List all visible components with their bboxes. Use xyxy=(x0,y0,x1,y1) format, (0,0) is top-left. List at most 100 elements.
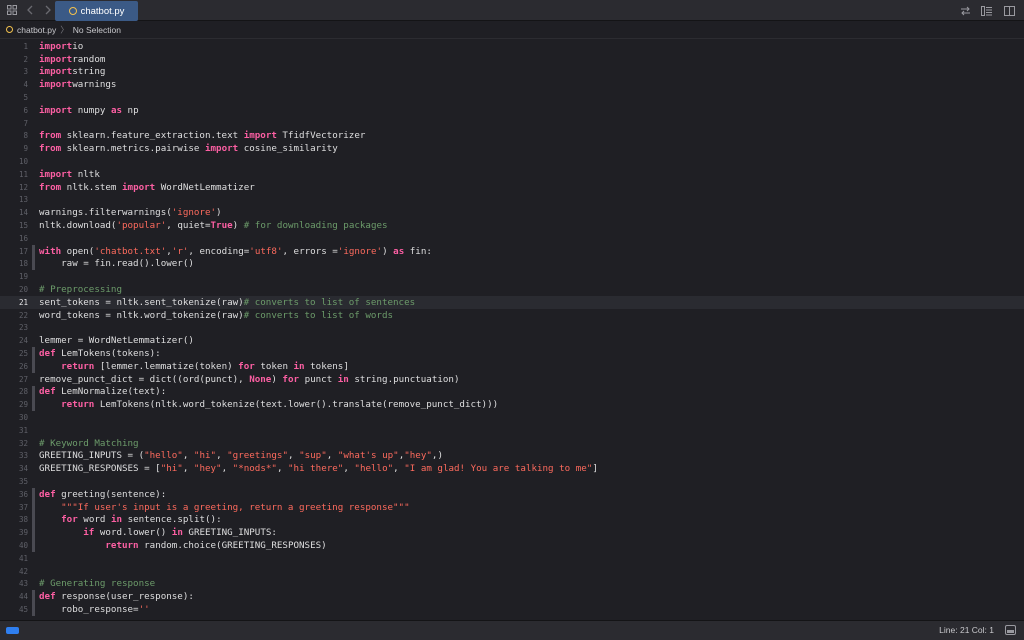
code-line[interactable]: 32 # Keyword Matching xyxy=(0,437,1024,450)
swap-arrows-icon[interactable] xyxy=(956,2,974,20)
code-token: return xyxy=(61,399,95,411)
code-token: TfidfVectorizer xyxy=(276,130,366,142)
code-line[interactable]: 28 def LemNormalize(text): xyxy=(0,385,1024,399)
code-token: ) xyxy=(232,220,244,232)
code-line[interactable]: 22 word_tokens = nltk.word_tokenize(raw)#… xyxy=(0,309,1024,322)
code-line[interactable]: 35 xyxy=(0,475,1024,488)
code-line[interactable]: 30 xyxy=(0,411,1024,424)
jumpbar-selection[interactable]: No Selection xyxy=(73,25,121,35)
code-token: "sup" xyxy=(299,450,327,462)
tab-chatbot-py[interactable]: chatbot.py xyxy=(55,1,138,21)
code-text: importstring xyxy=(39,66,105,77)
code-token: return xyxy=(61,360,95,372)
code-token: np xyxy=(122,104,139,116)
code-token: 'chatbot.txt' xyxy=(94,245,167,257)
code-line[interactable]: 13 xyxy=(0,194,1024,207)
change-marker xyxy=(32,424,35,437)
code-line[interactable]: 11 import nltk xyxy=(0,168,1024,181)
change-marker xyxy=(32,577,35,590)
code-token: warnings.filterwarnings( xyxy=(39,207,172,219)
code-line[interactable]: 31 xyxy=(0,424,1024,437)
code-line[interactable]: 18 raw = fin.read().lower() xyxy=(0,257,1024,271)
code-editor[interactable]: 1 importio 2 importrandom 3 importstring 4 impo… xyxy=(0,40,1024,619)
code-text: def greeting(sentence): xyxy=(39,489,166,500)
navigator-toggle-icon[interactable] xyxy=(6,627,19,634)
code-text: importwarnings xyxy=(39,79,116,90)
code-line[interactable]: 17 with open('chatbot.txt','r', encoding=… xyxy=(0,244,1024,258)
code-text: importrandom xyxy=(39,54,105,65)
code-line[interactable]: 8 from sklearn.feature_extraction.text im… xyxy=(0,130,1024,143)
change-marker xyxy=(32,257,35,271)
code-token: , xyxy=(288,450,300,462)
line-number: 1 xyxy=(23,41,28,51)
code-line[interactable]: 37 """If user's input is a greeting, ret… xyxy=(0,500,1024,514)
code-line[interactable]: 27 remove_punct_dict = dict((ord(punct), … xyxy=(0,373,1024,386)
code-line[interactable]: 38 for word in sentence.split(): xyxy=(0,513,1024,527)
code-text: return random.choice(GREETING_RESPONSES) xyxy=(39,540,326,551)
code-line[interactable]: 2 importrandom xyxy=(0,53,1024,66)
code-token: random xyxy=(72,53,106,65)
code-token: True xyxy=(210,220,233,232)
code-token: ) xyxy=(216,207,222,219)
change-marker xyxy=(32,117,35,130)
code-token: GREETING_INPUTS: xyxy=(182,527,277,539)
change-marker xyxy=(32,565,35,578)
code-line[interactable]: 40 return random.choice(GREETING_RESPONS… xyxy=(0,539,1024,552)
code-token: LemTokens(nltk.word_tokenize(text.lower(… xyxy=(94,399,499,411)
code-token: , xyxy=(216,450,228,462)
code-line[interactable]: 5 xyxy=(0,91,1024,104)
code-line[interactable]: 45 robo_response='' xyxy=(0,603,1024,616)
debug-area-toggle-icon[interactable] xyxy=(1005,625,1016,635)
code-token: open( xyxy=(61,245,95,257)
code-line[interactable]: 10 xyxy=(0,155,1024,168)
editor-options-icon[interactable] xyxy=(978,2,996,20)
code-line[interactable]: 15 nltk.download('popular', quiet=True) #… xyxy=(0,219,1024,232)
tab-bar: chatbot.py xyxy=(0,0,1024,21)
code-line[interactable]: 12 from nltk.stem import WordNetLemmatize… xyxy=(0,181,1024,194)
code-line[interactable]: 44 def response(user_response): xyxy=(0,590,1024,604)
code-line[interactable]: 20 # Preprocessing xyxy=(0,283,1024,296)
line-number: 28 xyxy=(18,387,28,397)
code-line[interactable]: 4 importwarnings xyxy=(0,78,1024,91)
code-line[interactable]: 25 def LemTokens(tokens): xyxy=(0,347,1024,360)
code-line[interactable]: 16 xyxy=(0,232,1024,245)
code-text: import nltk xyxy=(39,169,100,180)
code-token: import xyxy=(39,104,73,116)
code-line[interactable]: 9 from sklearn.metrics.pairwise import co… xyxy=(0,142,1024,155)
code-line[interactable]: 6 import numpy as np xyxy=(0,104,1024,117)
code-line[interactable]: 7 xyxy=(0,117,1024,130)
code-line[interactable]: 29 return LemTokens(nltk.word_tokenize(t… xyxy=(0,398,1024,412)
code-token: LemTokens(tokens): xyxy=(55,348,161,360)
change-marker xyxy=(32,130,35,143)
code-token: # converts to list of sentences xyxy=(243,296,416,308)
code-line[interactable]: 14 warnings.filterwarnings('ignore') xyxy=(0,206,1024,219)
code-line[interactable]: 34 GREETING_RESPONSES = ["hi", "hey", "*n… xyxy=(0,462,1024,475)
code-token: raw = fin.read().lower() xyxy=(39,258,194,270)
code-line[interactable]: 36 def greeting(sentence): xyxy=(0,487,1024,501)
code-line[interactable]: 42 xyxy=(0,565,1024,578)
code-line[interactable]: 33 GREETING_INPUTS = ("hello", "hi", "gre… xyxy=(0,450,1024,463)
code-line[interactable]: 23 xyxy=(0,322,1024,335)
code-token: word_tokens = nltk.word_tokenize(raw) xyxy=(39,309,244,321)
code-line[interactable]: 1 importio xyxy=(0,40,1024,53)
line-number: 20 xyxy=(18,285,28,295)
code-line[interactable]: 24 lemmer = WordNetLemmatizer() xyxy=(0,334,1024,347)
code-line[interactable]: 26 return [lemmer.lemmatize(token) for t… xyxy=(0,359,1024,373)
code-line[interactable]: 21 sent_tokens = nltk.sent_tokenize(raw)#… xyxy=(0,295,1024,309)
split-editor-icon[interactable] xyxy=(1000,2,1018,20)
code-line[interactable]: 3 importstring xyxy=(0,66,1024,79)
code-token: remove_punct_dict = dict((ord(punct), xyxy=(39,373,250,385)
code-token: def xyxy=(39,386,56,398)
back-arrow-icon[interactable] xyxy=(21,1,39,19)
code-line[interactable]: 19 xyxy=(0,270,1024,283)
code-line[interactable]: 43 # Generating response xyxy=(0,577,1024,590)
code-token: punct xyxy=(299,373,338,385)
code-line[interactable]: 41 xyxy=(0,552,1024,565)
line-number: 30 xyxy=(18,413,28,422)
jumpbar-file[interactable]: chatbot.py xyxy=(17,25,56,35)
code-line[interactable]: 39 if word.lower() in GREETING_INPUTS: xyxy=(0,526,1024,540)
code-text: """If user's input is a greeting, return… xyxy=(39,502,409,513)
grid-icon[interactable] xyxy=(3,1,21,19)
python-file-icon xyxy=(68,7,77,15)
